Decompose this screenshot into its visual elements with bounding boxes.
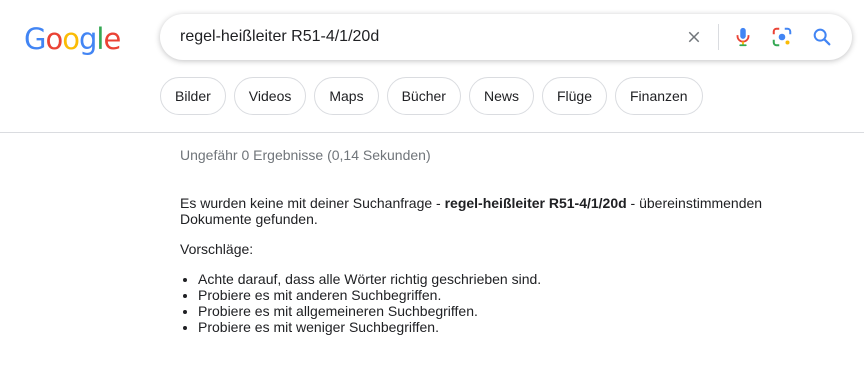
suggestion-item: Achte darauf, dass alle Wörter richtig g… <box>198 271 800 287</box>
no-results-section: Es wurden keine mit deiner Suchanfrage -… <box>180 195 800 335</box>
no-results-message: Es wurden keine mit deiner Suchanfrage -… <box>180 195 800 227</box>
suggestion-item: Probiere es mit anderen Suchbegriffen. <box>198 287 800 303</box>
search-results-page: Google regel-heißleiter R51-4/1/20d Bild… <box>0 0 864 390</box>
chip-buecher[interactable]: Bücher <box>386 77 461 115</box>
chip-maps[interactable]: Maps <box>314 77 379 115</box>
chip-bilder[interactable]: Bilder <box>160 77 226 115</box>
search-filter-chips: Bilder Videos Maps Bücher News Flüge Fin… <box>160 77 703 115</box>
suggestion-item: Probiere es mit allgemeineren Suchbegrif… <box>198 303 800 319</box>
no-results-query: regel-heißleiter R51-4/1/20d <box>444 195 627 211</box>
voice-search-button[interactable] <box>729 23 757 51</box>
logo-letter: G <box>24 22 47 56</box>
search-input[interactable] <box>180 14 650 60</box>
chip-news[interactable]: News <box>468 77 534 115</box>
google-logo[interactable]: Google <box>24 22 121 56</box>
camera-lens-icon <box>772 27 792 47</box>
clear-button[interactable] <box>680 23 708 51</box>
result-stats: Ungefähr 0 Ergebnisse (0,14 Sekunden) <box>180 147 431 163</box>
suggestions-list: Achte darauf, dass alle Wörter richtig g… <box>180 271 800 335</box>
microphone-icon <box>736 27 750 47</box>
logo-letter: e <box>103 22 121 56</box>
chip-fluege[interactable]: Flüge <box>541 77 607 115</box>
logo-letter: o <box>62 22 80 56</box>
logo-letter: o <box>45 22 63 56</box>
suggestion-item: Probiere es mit weniger Suchbegriffen. <box>198 319 800 335</box>
suggestions-title: Vorschläge: <box>180 241 254 257</box>
chip-videos[interactable]: Videos <box>233 77 307 115</box>
close-icon <box>688 31 700 43</box>
search-box-divider <box>718 24 719 50</box>
logo-letter: g <box>78 22 97 56</box>
search-box <box>160 14 852 60</box>
logo-letter: l <box>96 22 104 56</box>
no-results-prefix: Es wurden keine mit deiner Suchanfrage - <box>180 195 445 211</box>
chip-finanzen[interactable]: Finanzen <box>615 77 703 115</box>
search-button[interactable] <box>808 23 836 51</box>
search-icon <box>813 28 831 46</box>
image-search-button[interactable] <box>768 23 796 51</box>
header-divider <box>0 132 864 133</box>
